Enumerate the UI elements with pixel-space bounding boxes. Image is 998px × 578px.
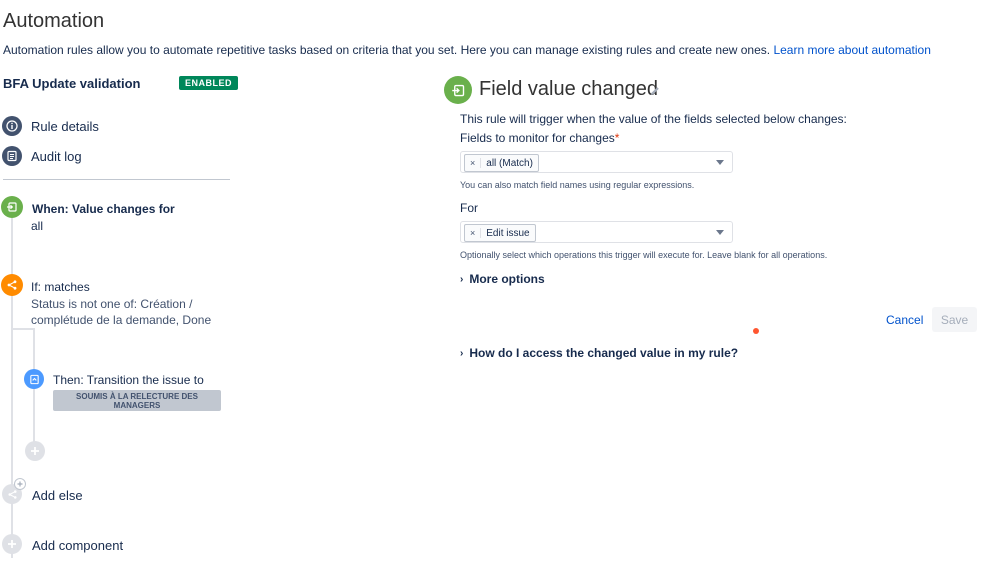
audit-log-icon [2,146,22,166]
transition-icon [29,374,39,384]
page-title: Automation [3,10,105,32]
flow-line-main [11,218,13,558]
nav-divider [3,179,230,180]
rule-name: BFA Update validation [3,76,141,91]
condition-line-1: Status is not one of: Création / [31,297,193,311]
plus-icon [31,447,39,455]
field-value-changed-icon [444,76,472,104]
for-help: Optionally select which operations this … [460,250,828,260]
flow-line-connector [11,328,35,330]
for-label: For [460,201,478,215]
save-button[interactable]: Save [932,307,977,332]
page-description: Automation rules allow you to automate r… [3,43,931,57]
fields-tag-label: all (Match) [486,157,533,169]
trigger-node[interactable] [1,196,23,218]
for-tag: × Edit issue [464,224,536,242]
add-else-label[interactable]: Add else [32,488,83,503]
action-status-lozenge: SOUMIS À LA RELECTURE DES MANAGERS [53,390,221,411]
for-tag-label: Edit issue [486,227,530,239]
condition-node[interactable] [1,274,23,296]
fields-select[interactable]: × all (Match) [460,151,733,173]
required-mark: * [614,131,620,145]
remove-tag-icon[interactable]: × [465,158,482,168]
action-status-line-2: MANAGERS [113,401,161,410]
add-component-label[interactable]: Add component [32,538,123,553]
cancel-button[interactable]: Cancel [879,307,930,333]
fields-label: Fields to monitor for changes* [460,131,619,145]
fields-tag: × all (Match) [464,154,539,172]
plus-badge-icon [14,478,26,490]
add-component-button[interactable] [2,534,22,554]
audit-log-link[interactable]: Audit log [2,146,82,166]
status-badge: ENABLED [179,76,239,90]
action-node[interactable] [24,369,44,389]
fields-help: You can also match field names using reg… [460,180,695,190]
action-status-line-1: SOUMIS À LA RELECTURE DES [76,392,198,401]
rule-details-link[interactable]: Rule details [2,116,99,136]
branch-icon [7,489,17,499]
chevron-right-icon: › [460,273,464,285]
action-title[interactable]: Then: Transition the issue to [53,373,204,387]
panel-title: Field value changed [479,78,659,100]
audit-log-label: Audit log [31,148,82,164]
info-icon [2,116,22,136]
chevron-right-icon: › [460,347,464,359]
how-access-toggle[interactable]: › How do I access the changed value in m… [460,346,738,360]
more-options-toggle[interactable]: › More options [460,272,545,286]
fields-label-text: Fields to monitor for changes [460,131,615,145]
add-branch-action-button[interactable] [25,441,45,461]
remove-tag-icon[interactable]: × [465,228,482,238]
trigger-title[interactable]: When: Value changes for [32,202,175,216]
notification-dot [753,328,759,334]
dropdown-caret-icon[interactable] [716,160,724,165]
edit-pencil-icon[interactable] [649,84,661,102]
description-text: Automation rules allow you to automate r… [3,43,771,57]
trigger-value: all [31,219,44,233]
learn-more-link[interactable]: Learn more about automation [773,43,930,57]
more-options-label: More options [469,272,545,286]
condition-title[interactable]: If: matches [31,280,90,294]
field-change-icon [7,202,17,212]
branch-icon [7,280,17,290]
plus-icon [8,540,16,548]
panel-intro: This rule will trigger when the value of… [460,112,847,126]
how-access-label: How do I access the changed value in my … [469,346,739,360]
rule-details-label: Rule details [31,118,99,134]
condition-line-2: complétude de la demande, Done [31,313,212,327]
dropdown-caret-icon[interactable] [716,230,724,235]
for-select[interactable]: × Edit issue [460,221,733,243]
condition-detail: Status is not one of: Création / complét… [31,296,211,328]
